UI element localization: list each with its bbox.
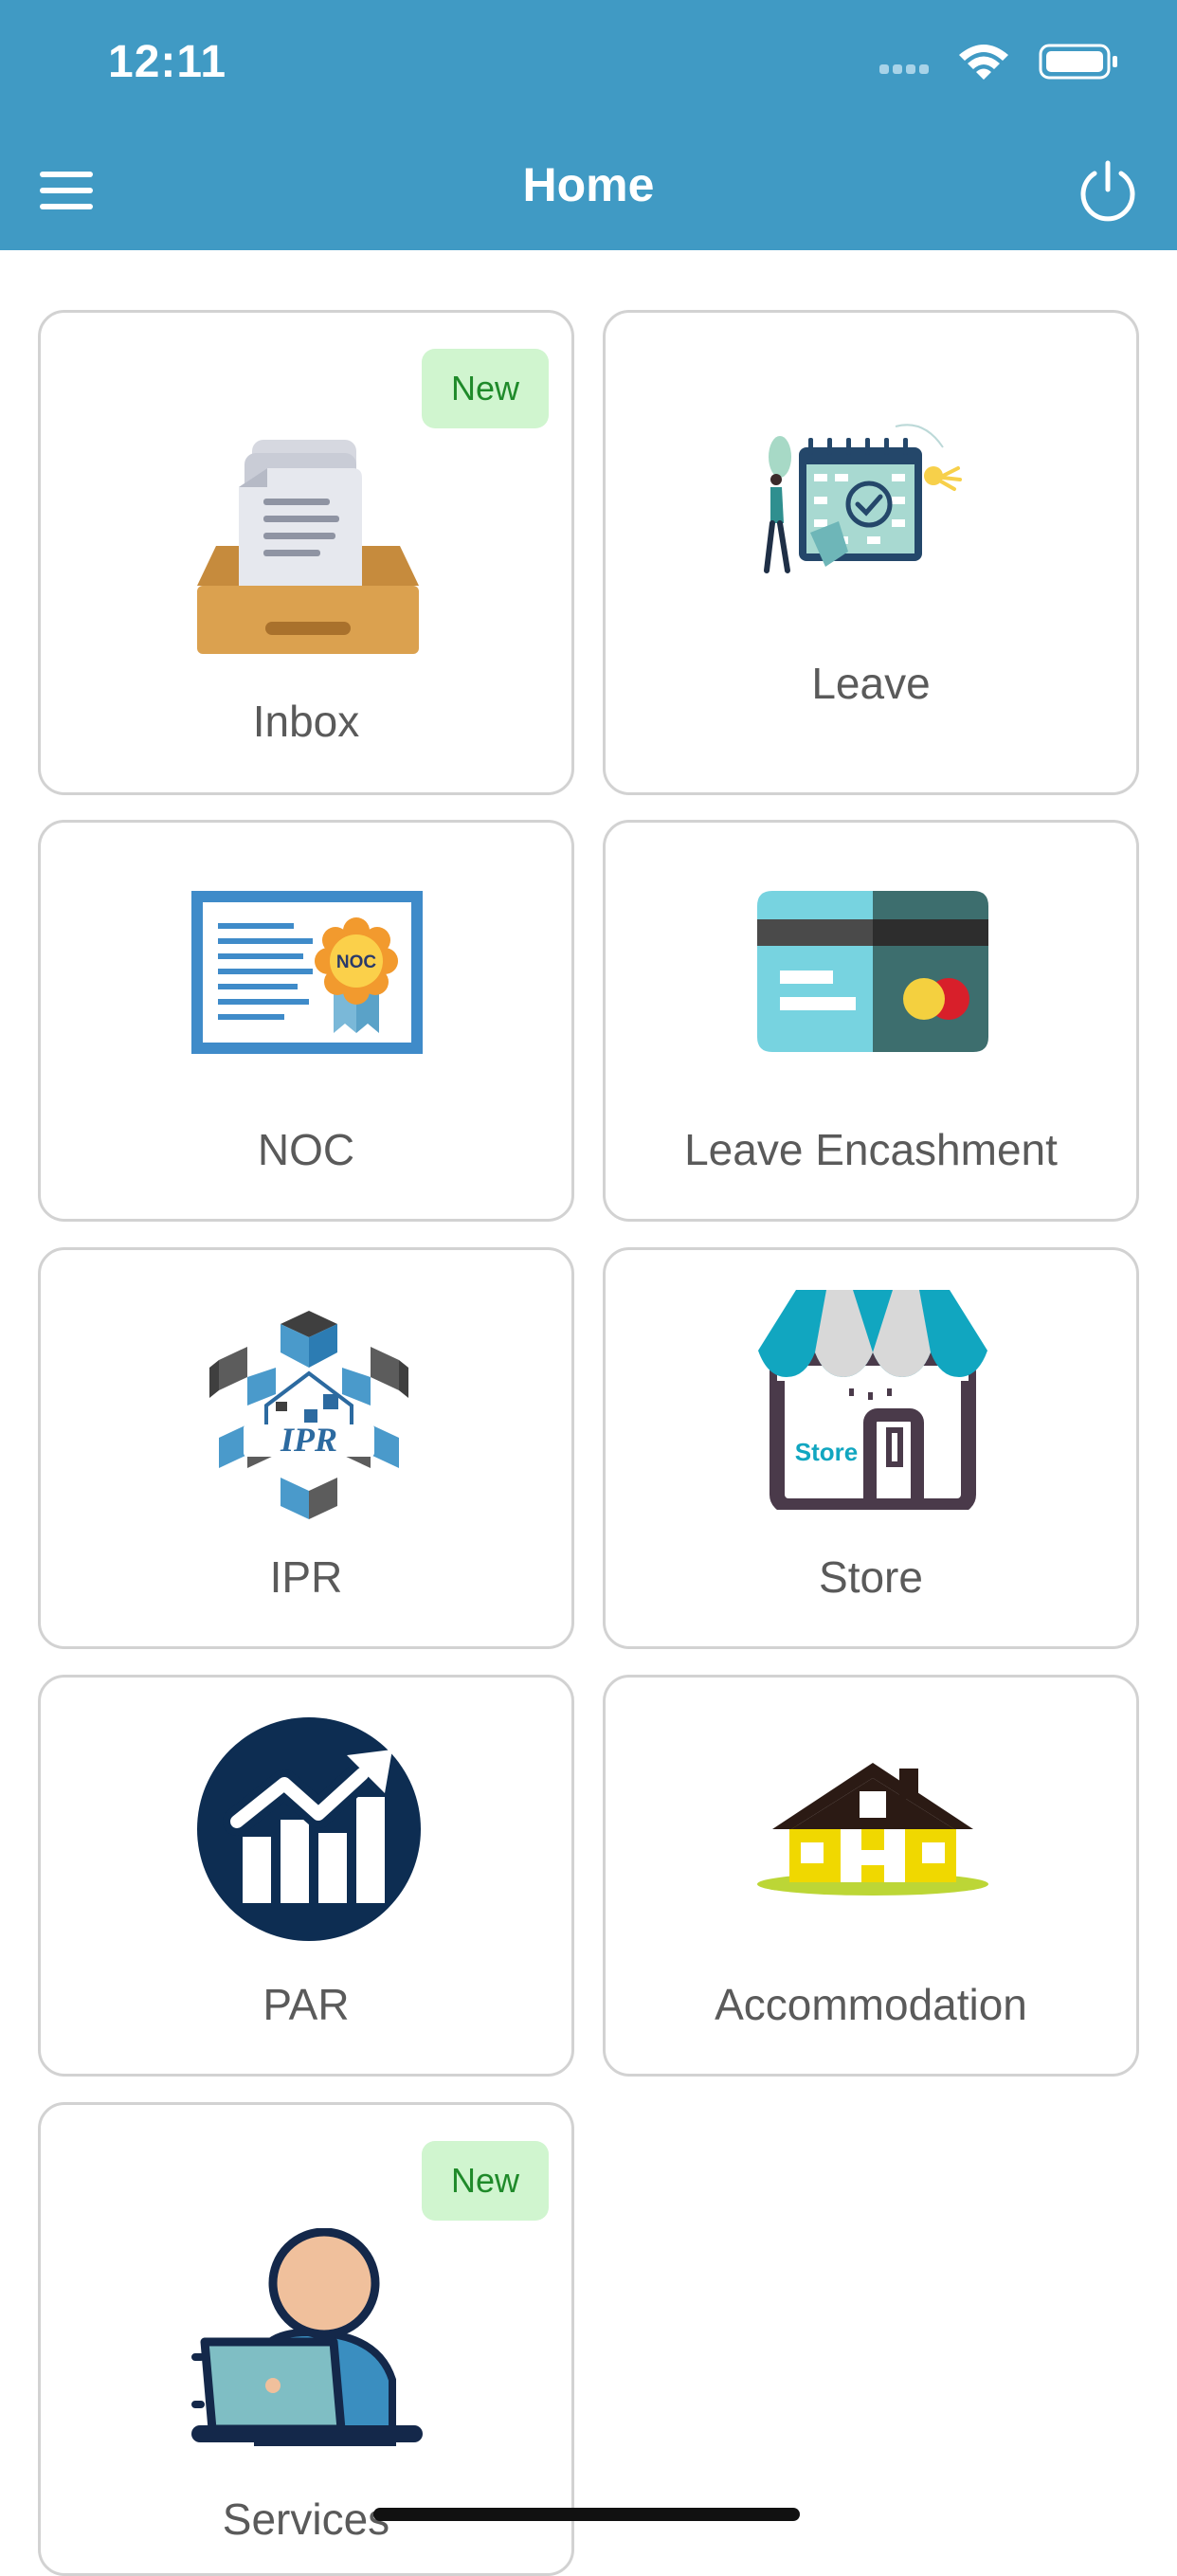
noc-certificate-icon: NOC [191, 891, 423, 1054]
tile-ipr[interactable]: IPR IPR [38, 1247, 574, 1649]
tile-noc[interactable]: NOC NOC [38, 820, 574, 1222]
tile-label: Leave Encashment [684, 1125, 1058, 1174]
svg-text:Store: Store [795, 1438, 858, 1466]
tile-accommodation[interactable]: Accommodation [603, 1675, 1139, 2077]
tile-label: IPR [269, 1552, 343, 1602]
store-front-icon: Store [758, 1290, 987, 1510]
tile-par[interactable]: PAR [38, 1675, 574, 2077]
tile-label: Accommodation [715, 1980, 1027, 2029]
new-badge: New [422, 2141, 549, 2221]
svg-text:NOC: NOC [336, 952, 377, 972]
inbox-tray-icon [197, 440, 419, 654]
tile-grid: New Inbox Leave NOC NOC Leave Encashment… [0, 0, 1177, 2576]
tile-leave-encashment[interactable]: Leave Encashment [603, 820, 1139, 1222]
tile-label: Store [819, 1552, 923, 1602]
tile-store[interactable]: Store Store [603, 1247, 1139, 1649]
growth-chart-icon [197, 1717, 421, 1941]
tile-label: Leave [811, 659, 931, 708]
person-laptop-icon [191, 2228, 423, 2446]
tile-inbox[interactable]: New Inbox [38, 310, 574, 795]
tile-leave[interactable]: Leave [603, 310, 1139, 795]
new-badge: New [422, 349, 549, 428]
calendar-leave-icon [764, 424, 962, 573]
tile-label: PAR [263, 1980, 350, 2029]
svg-text:IPR: IPR [280, 1421, 337, 1459]
house-icon [757, 1763, 988, 1896]
tile-label: Inbox [252, 697, 360, 746]
ipr-logo-icon: IPR [209, 1311, 408, 1519]
tile-services[interactable]: New Services [38, 2102, 574, 2576]
tile-label: NOC [257, 1125, 355, 1174]
home-indicator[interactable] [373, 2508, 800, 2521]
credit-card-icon [757, 891, 988, 1052]
